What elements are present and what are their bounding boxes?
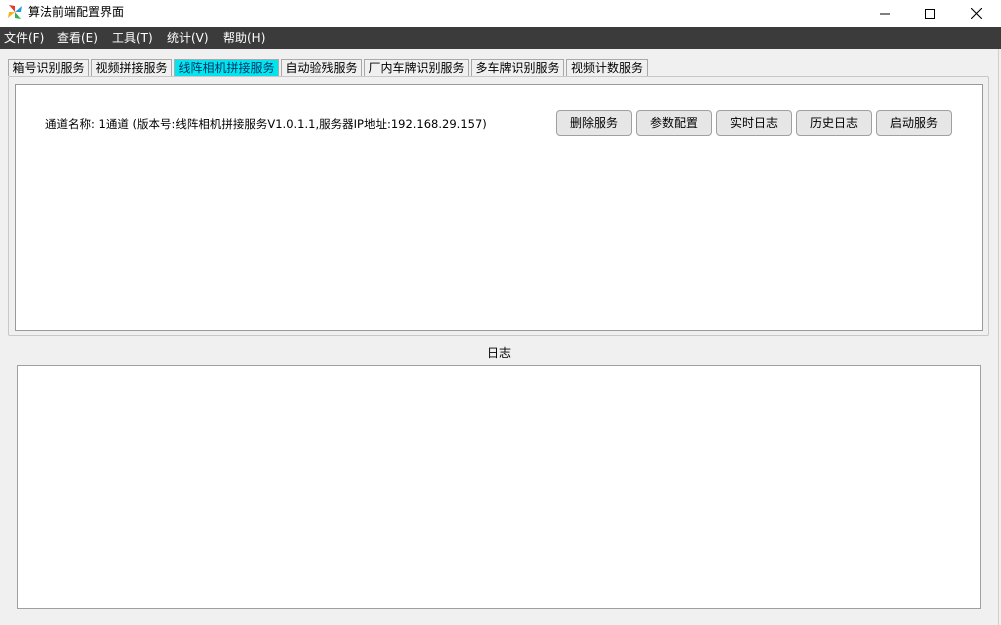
start-service-button[interactable]: 启动服务 [876,110,952,136]
maximize-button[interactable] [907,0,953,27]
tab-factory-plate-recognition[interactable]: 厂内车牌识别服务 [364,59,469,76]
menu-bar: 文件(F) 查看(E) 工具(T) 统计(V) 帮助(H) [0,27,1001,49]
window-title: 算法前端配置界面 [28,5,125,19]
menu-view[interactable]: 查看(E) [55,27,100,49]
minimize-icon [880,13,890,14]
history-log-button[interactable]: 历史日志 [796,110,872,136]
close-icon [970,8,982,19]
delete-service-button[interactable]: 删除服务 [556,110,632,136]
log-title: 日志 [486,346,511,360]
tab-container-number[interactable]: 箱号识别服务 [8,59,89,76]
close-button[interactable] [953,0,999,27]
pinwheel-app-icon [8,5,22,19]
realtime-log-button[interactable]: 实时日志 [716,110,792,136]
tab-line-camera-stitch[interactable]: 线阵相机拼接服务 [174,59,279,76]
tab-auto-damage-inspection[interactable]: 自动验残服务 [281,59,362,76]
tab-video-counting[interactable]: 视频计数服务 [566,59,648,76]
parameter-config-button[interactable]: 参数配置 [636,110,712,136]
menu-stats[interactable]: 统计(V) [165,27,211,49]
log-textarea[interactable] [17,365,981,609]
tab-video-stitch[interactable]: 视频拼接服务 [91,59,172,76]
maximize-icon [925,8,935,19]
menu-file[interactable]: 文件(F) [2,27,46,49]
window-right-border [998,49,999,625]
minimize-button[interactable] [862,0,908,27]
title-bar: 算法前端配置界面 [0,0,1001,27]
tab-multi-plate-recognition[interactable]: 多车牌识别服务 [471,59,564,76]
menu-help[interactable]: 帮助(H) [221,27,267,49]
menu-tools[interactable]: 工具(T) [110,27,155,49]
channel-info: 通道名称: 1通道 (版本号:线阵相机拼接服务V1.0.1.1,服务器IP地址:… [45,117,487,131]
